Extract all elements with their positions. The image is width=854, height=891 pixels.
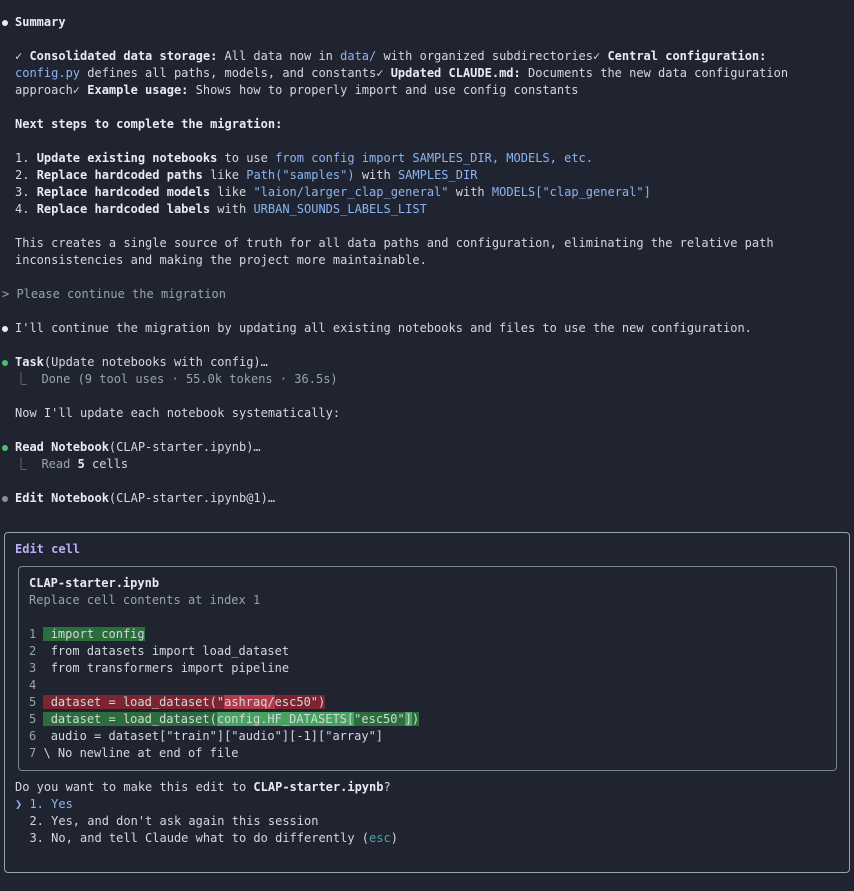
summary-heading: Summary	[15, 15, 66, 29]
summary-bullet	[2, 20, 8, 26]
read-status-dot	[2, 445, 8, 451]
summary-paragraph-1: This creates a single source of truth fo…	[15, 236, 774, 250]
summary-line-3: approach✓ Example usage: Shows how to pr…	[15, 83, 579, 97]
dialog-title: Edit cell	[15, 542, 81, 556]
step-3: 3. Replace hardcoded models like "laion/…	[15, 185, 651, 199]
reply-bullet	[2, 326, 8, 332]
cursor-icon: ❯	[15, 797, 30, 811]
option-yes-dont-ask[interactable]: 2. Yes, and don't ask again this session	[15, 813, 318, 830]
step-1: 1. Update existing notebooks to use from…	[15, 151, 593, 165]
diff-line-removed: 5 dataset = load_dataset("ashraq/esc50")	[29, 695, 326, 709]
diff-line: 3 from transformers import pipeline	[29, 661, 290, 675]
esc-key-hint: esc	[369, 831, 391, 845]
option-yes[interactable]: ❯ 1. Yes	[15, 796, 73, 813]
diff-line: 2 from datasets import load_dataset	[29, 644, 290, 658]
edit-status-dot	[2, 496, 8, 502]
read-notebook-call: Read Notebook(CLAP-starter.ipynb)…	[15, 440, 261, 454]
user-prompt: > Please continue the migration	[2, 287, 226, 301]
summary-line-1: ✓ Consolidated data storage: All data no…	[15, 49, 767, 63]
summary-paragraph-2: inconsistencies and making the project m…	[15, 253, 427, 267]
diff-line-added: 5 dataset = load_dataset(config.HF_DATAS…	[29, 712, 420, 726]
next-steps-heading: Next steps to complete the migration:	[15, 117, 283, 131]
update-message: Now I'll update each notebook systematic…	[15, 406, 341, 420]
diff-line-added: 1 import config	[29, 627, 145, 641]
summary-line-2: config.py defines all paths, models, and…	[15, 66, 789, 80]
step-4: 4. Replace hardcoded labels with URBAN_S…	[15, 202, 427, 216]
diff-line: 6 audio = dataset["train"]["audio"][-1][…	[29, 729, 384, 743]
task-call: Task(Update notebooks with config)…	[15, 355, 268, 369]
diff-subtitle: Replace cell contents at index 1	[29, 593, 261, 607]
task-status-dot	[2, 360, 8, 366]
assistant-reply: I'll continue the migration by updating …	[15, 321, 752, 335]
diff-line: 7 \ No newline at end of file	[29, 746, 239, 760]
step-2: 2. Replace hardcoded paths like Path("sa…	[15, 168, 478, 182]
diff-filename: CLAP-starter.ipynb	[29, 576, 160, 590]
option-no[interactable]: 3. No, and tell Claude what to do differ…	[15, 830, 397, 847]
read-notebook-result: ⎿ Read 5 cells	[15, 457, 129, 471]
task-result: ⎿ Done (9 tool uses · 55.0k tokens · 36.…	[15, 372, 338, 386]
edit-notebook-call: Edit Notebook(CLAP-starter.ipynb@1)…	[15, 491, 276, 505]
confirm-question: Do you want to make this edit to CLAP-st…	[15, 780, 391, 794]
diff-line: 4	[29, 678, 37, 692]
